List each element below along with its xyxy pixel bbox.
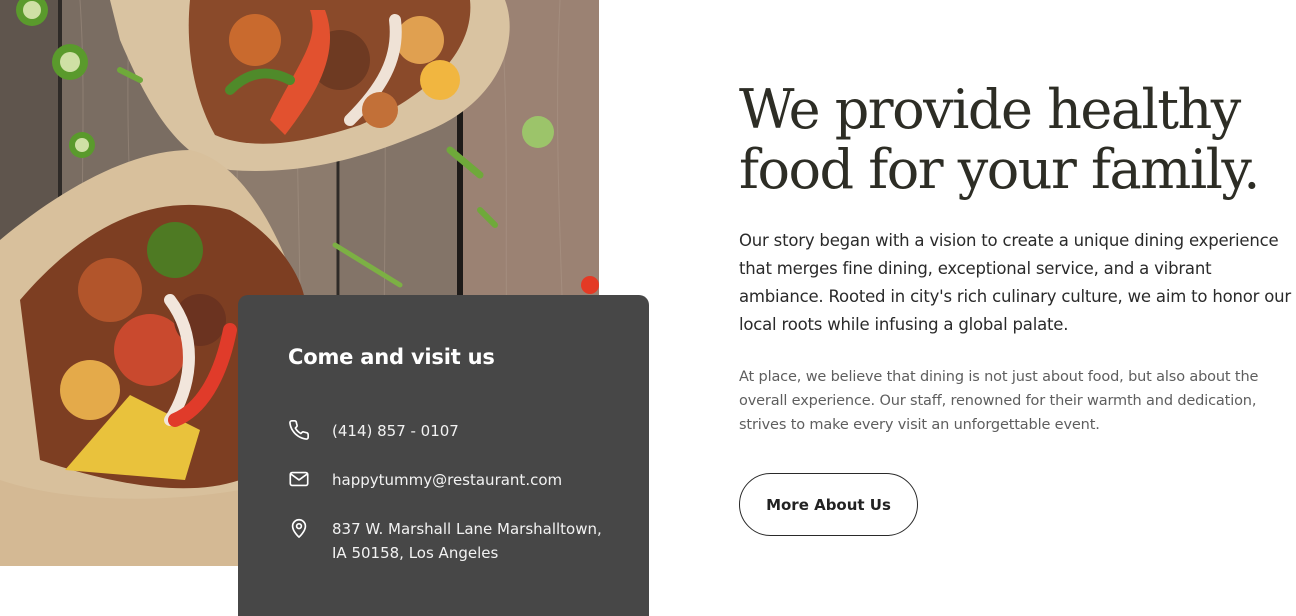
phone-row[interactable]: (414) 857 - 0107 [288,419,459,443]
email-address[interactable]: happytummy@restaurant.com [332,468,562,492]
visit-us-card: Come and visit us (414) 857 - 0107 happy… [238,295,649,616]
location-pin-icon [288,517,310,539]
phone-number[interactable]: (414) 857 - 0107 [332,419,459,443]
address-line-1: 837 W. Marshall Lane Marshalltown, [332,520,602,538]
headline-line-2: food for your family. [739,138,1260,201]
phone-icon [288,419,310,441]
about-content: We provide healthy food for your family.… [739,80,1291,437]
section-headline: We provide healthy food for your family. [739,80,1289,200]
address: 837 W. Marshall Lane Marshalltown, IA 50… [332,517,602,565]
email-row[interactable]: happytummy@restaurant.com [288,468,562,492]
intro-paragraph: Our story began with a vision to create … [739,231,1292,334]
detail-paragraph: At place, we believe that dining is not … [739,369,1259,433]
address-line-2: IA 50158, Los Angeles [332,544,499,562]
more-about-us-button[interactable]: More About Us [739,473,918,536]
address-row: 837 W. Marshall Lane Marshalltown, IA 50… [288,517,602,565]
mail-icon [288,468,310,490]
about-section: Come and visit us (414) 857 - 0107 happy… [0,0,1296,616]
headline-line-1: We provide healthy [739,78,1241,141]
visit-title: Come and visit us [288,345,495,369]
